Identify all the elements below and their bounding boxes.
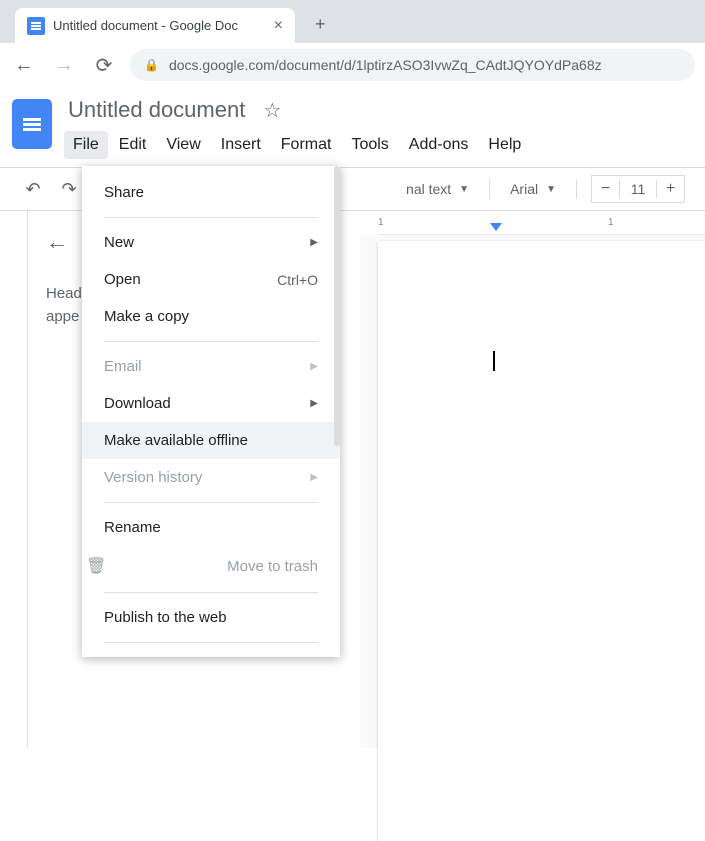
font-select[interactable]: Arial ▼ xyxy=(504,181,562,197)
separator xyxy=(104,592,318,593)
font-size-value[interactable]: 11 xyxy=(620,181,656,197)
reload-button[interactable]: ⟳ xyxy=(90,53,118,78)
new-tab-button[interactable]: + xyxy=(315,14,326,35)
forward-button: → xyxy=(50,54,78,77)
increase-font-button[interactable]: + xyxy=(656,180,684,198)
submenu-arrow-icon: ▶ xyxy=(310,361,318,372)
undo-button[interactable]: ↶ xyxy=(20,179,46,200)
menu-view[interactable]: View xyxy=(157,131,209,159)
menu-email: Email▶ xyxy=(82,348,340,385)
docs-favicon xyxy=(27,17,45,35)
separator xyxy=(104,217,318,218)
file-menu-dropdown: Share New▶ OpenCtrl+O Make a copy Email▶… xyxy=(82,166,340,657)
separator xyxy=(489,179,490,199)
paragraph-style-select[interactable]: nal text ▼ xyxy=(400,181,475,197)
menu-download[interactable]: Download▶ xyxy=(82,385,340,422)
submenu-arrow-icon: ▶ xyxy=(310,398,318,409)
separator xyxy=(104,341,318,342)
outline-text: Head xyxy=(46,285,82,302)
lock-icon: 🔒 xyxy=(144,58,159,72)
ruler-horizontal[interactable]: 1 1 xyxy=(378,211,705,235)
separator xyxy=(576,179,577,199)
back-button[interactable]: ← xyxy=(10,54,38,77)
trash-icon: 🗑 xyxy=(86,556,106,576)
font-label: Arial xyxy=(510,181,538,197)
tab-title: Untitled document - Google Doc xyxy=(53,18,238,33)
url-text: docs.google.com/document/d/1lptirzASO3Iv… xyxy=(169,57,602,73)
menu-version-history: Version history▶ xyxy=(82,459,340,496)
outline-ruler-v xyxy=(0,211,28,748)
submenu-arrow-icon: ▶ xyxy=(310,472,318,483)
address-bar[interactable]: 🔒 docs.google.com/document/d/1lptirzASO3… xyxy=(130,49,695,81)
menu-make-copy[interactable]: Make a copy xyxy=(82,298,340,335)
menu-new[interactable]: New▶ xyxy=(82,224,340,261)
chevron-down-icon: ▼ xyxy=(459,184,469,195)
menu-addons[interactable]: Add-ons xyxy=(400,131,478,159)
decrease-font-button[interactable]: − xyxy=(592,180,620,198)
docs-logo[interactable] xyxy=(12,99,52,149)
star-icon[interactable]: ☆ xyxy=(263,98,281,123)
text-cursor xyxy=(493,351,495,371)
shortcut-label: Ctrl+O xyxy=(277,272,318,288)
ruler-mark: 1 xyxy=(608,217,614,228)
ruler-mark: 1 xyxy=(378,217,384,228)
style-label: nal text xyxy=(406,181,451,197)
submenu-arrow-icon: ▶ xyxy=(310,237,318,248)
menu-file[interactable]: File xyxy=(64,131,108,159)
menu-tools[interactable]: Tools xyxy=(342,131,397,159)
chevron-down-icon: ▼ xyxy=(546,184,556,195)
document-title-input[interactable]: Untitled document xyxy=(64,95,249,125)
document-canvas[interactable] xyxy=(378,241,705,841)
font-size-control: − 11 + xyxy=(591,175,685,203)
indent-marker[interactable] xyxy=(490,223,502,231)
close-tab-icon[interactable]: × xyxy=(274,17,283,35)
menu-move-trash: 🗑Move to trash xyxy=(82,546,340,586)
menu-share[interactable]: Share xyxy=(82,174,340,211)
menu-format[interactable]: Format xyxy=(272,131,341,159)
redo-button[interactable]: ↷ xyxy=(56,179,82,200)
separator xyxy=(104,502,318,503)
menu-make-available-offline[interactable]: Make available offline xyxy=(82,422,340,459)
menu-rename[interactable]: Rename xyxy=(82,509,340,546)
menu-bar: File Edit View Insert Format Tools Add-o… xyxy=(64,131,693,159)
separator xyxy=(104,642,318,643)
menu-open[interactable]: OpenCtrl+O xyxy=(82,261,340,298)
menu-edit[interactable]: Edit xyxy=(110,131,156,159)
outline-text: appe xyxy=(46,308,79,325)
menu-help[interactable]: Help xyxy=(479,131,530,159)
menu-insert[interactable]: Insert xyxy=(212,131,270,159)
browser-tab[interactable]: Untitled document - Google Doc × xyxy=(15,8,295,43)
menu-publish-web[interactable]: Publish to the web xyxy=(82,599,340,636)
